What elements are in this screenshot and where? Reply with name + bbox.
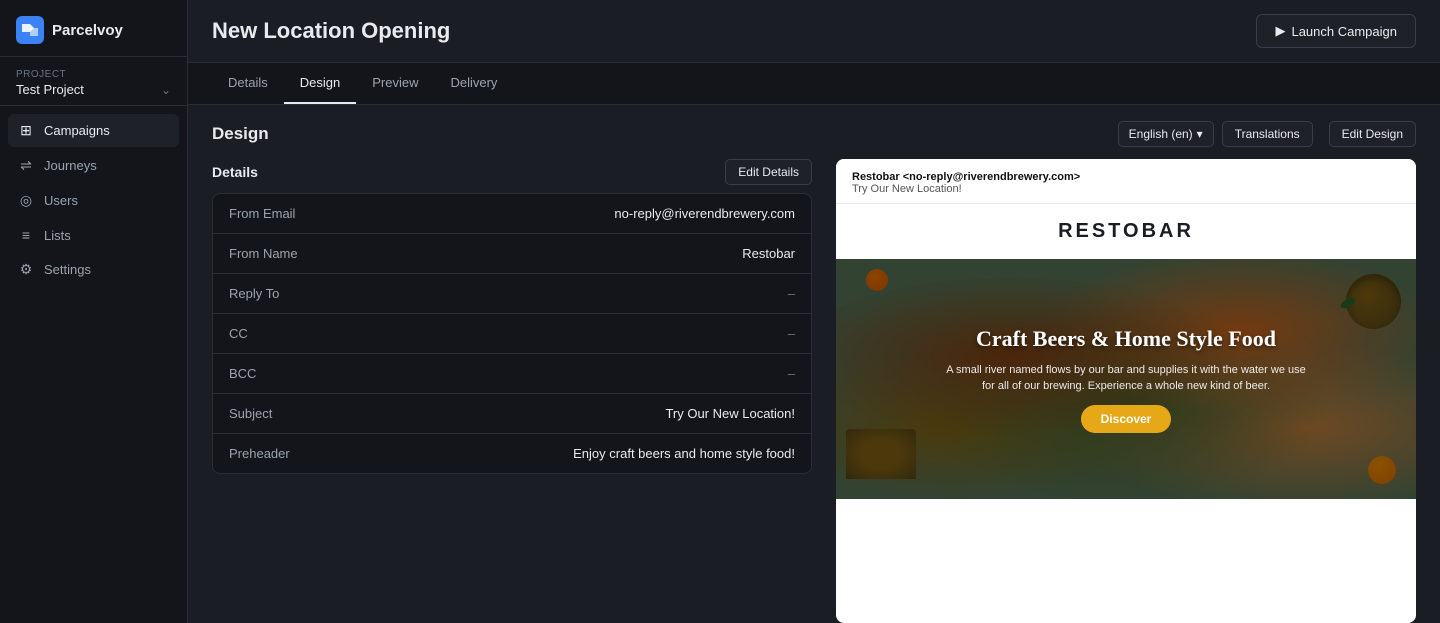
content-area: Design English (en) ▾ Translations Edit … <box>188 105 1440 623</box>
language-dropdown[interactable]: English (en) ▾ <box>1118 121 1214 147</box>
parcelvoy-logo-icon <box>16 16 44 44</box>
tab-design[interactable]: Design <box>284 63 356 104</box>
email-from-address: <no-reply@riverendbrewery.com> <box>903 171 1080 183</box>
launch-campaign-button[interactable]: ▶ Launch Campaign <box>1256 14 1416 48</box>
sidebar-item-users[interactable]: ◎ Users <box>8 184 179 217</box>
design-section-title: Design <box>212 124 269 144</box>
chevron-down-icon: ▾ <box>1197 127 1203 141</box>
details-table: From Email no-reply@riverendbrewery.com … <box>212 193 812 474</box>
language-controls: English (en) ▾ Translations Edit Design <box>1118 121 1416 147</box>
email-from-name: Restobar <box>852 171 900 183</box>
hero-description: A small river named flows by our bar and… <box>946 362 1306 395</box>
email-from-line: Restobar <no-reply@riverendbrewery.com> <box>852 171 1400 183</box>
email-preview: Restobar <no-reply@riverendbrewery.com> … <box>836 159 1416 623</box>
table-row: Reply To – <box>213 274 811 314</box>
details-panel: Details Edit Details From Email no-reply… <box>212 159 812 623</box>
translations-button[interactable]: Translations <box>1222 121 1313 147</box>
logo-area: Parcelvoy <box>0 0 187 57</box>
page-header: New Location Opening ▶ Launch Campaign <box>188 0 1440 63</box>
sidebar-item-label: Settings <box>44 262 91 277</box>
row-label-from-email: From Email <box>229 206 369 221</box>
row-label-from-name: From Name <box>229 246 369 261</box>
content-body: Details Edit Details From Email no-reply… <box>212 159 1416 623</box>
page-title: New Location Opening <box>212 18 450 44</box>
details-header: Details Edit Details <box>212 159 812 185</box>
tab-delivery[interactable]: Delivery <box>434 63 513 104</box>
row-value-reply-to: – <box>369 286 795 301</box>
sidebar-item-lists[interactable]: ≡ Lists <box>8 219 179 251</box>
project-section: Project Test Project ⌄ <box>0 57 187 106</box>
hero-title: Craft Beers & Home Style Food <box>946 325 1306 354</box>
logo-text: Parcelvoy <box>52 22 123 39</box>
settings-icon: ⚙ <box>18 261 34 278</box>
row-value-from-name: Restobar <box>369 246 795 261</box>
row-value-cc: – <box>369 326 795 341</box>
email-hero-section: Craft Beers & Home Style Food A small ri… <box>836 259 1416 499</box>
details-title: Details <box>212 164 258 180</box>
project-name[interactable]: Test Project ⌄ <box>16 82 171 97</box>
tab-bar: Details Design Preview Delivery <box>188 63 1440 105</box>
lists-icon: ≡ <box>18 227 34 243</box>
sidebar-item-settings[interactable]: ⚙ Settings <box>8 253 179 286</box>
row-label-reply-to: Reply To <box>229 286 369 301</box>
row-value-from-email: no-reply@riverendbrewery.com <box>369 206 795 221</box>
launch-icon: ▶ <box>1275 23 1285 39</box>
sidebar-item-label: Users <box>44 193 78 208</box>
row-value-bcc: – <box>369 366 795 381</box>
tab-preview[interactable]: Preview <box>356 63 434 104</box>
row-label-subject: Subject <box>229 406 369 421</box>
hero-content: Craft Beers & Home Style Food A small ri… <box>930 309 1322 449</box>
table-row: From Email no-reply@riverendbrewery.com <box>213 194 811 234</box>
sidebar-item-journeys[interactable]: ⇌ Journeys <box>8 149 179 182</box>
email-subject-line: Try Our New Location! <box>852 183 1400 195</box>
table-row: BCC – <box>213 354 811 394</box>
campaigns-icon: ⊞ <box>18 122 34 139</box>
sidebar-item-label: Campaigns <box>44 123 110 138</box>
table-row: Subject Try Our New Location! <box>213 394 811 434</box>
row-label-bcc: BCC <box>229 366 369 381</box>
sidebar-item-label: Lists <box>44 228 71 243</box>
table-row: From Name Restobar <box>213 234 811 274</box>
email-logo: RESTOBAR <box>836 204 1416 259</box>
row-value-preheader: Enjoy craft beers and home style food! <box>369 446 795 461</box>
design-content-header: Design English (en) ▾ Translations Edit … <box>212 105 1416 159</box>
discover-button: Discover <box>1081 405 1172 433</box>
users-icon: ◎ <box>18 192 34 209</box>
email-body: RESTOBAR Craft Beers & Home Style Food <box>836 204 1416 499</box>
main-content: New Location Opening ▶ Launch Campaign D… <box>188 0 1440 623</box>
sidebar-nav: ⊞ Campaigns ⇌ Journeys ◎ Users ≡ Lists ⚙… <box>0 106 187 294</box>
row-value-subject: Try Our New Location! <box>369 406 795 421</box>
row-label-cc: CC <box>229 326 369 341</box>
edit-details-button[interactable]: Edit Details <box>725 159 812 185</box>
sidebar-item-label: Journeys <box>44 158 97 173</box>
journeys-icon: ⇌ <box>18 157 34 174</box>
table-row: Preheader Enjoy craft beers and home sty… <box>213 434 811 473</box>
table-row: CC – <box>213 314 811 354</box>
row-label-preheader: Preheader <box>229 446 369 461</box>
edit-design-button[interactable]: Edit Design <box>1329 121 1416 147</box>
sidebar: Parcelvoy Project Test Project ⌄ ⊞ Campa… <box>0 0 188 623</box>
tab-details[interactable]: Details <box>212 63 284 104</box>
design-preview-panel: Restobar <no-reply@riverendbrewery.com> … <box>836 159 1416 623</box>
project-chevron-icon: ⌄ <box>161 83 171 97</box>
project-label: Project <box>16 69 171 80</box>
email-header: Restobar <no-reply@riverendbrewery.com> … <box>836 159 1416 204</box>
sidebar-item-campaigns[interactable]: ⊞ Campaigns <box>8 114 179 147</box>
